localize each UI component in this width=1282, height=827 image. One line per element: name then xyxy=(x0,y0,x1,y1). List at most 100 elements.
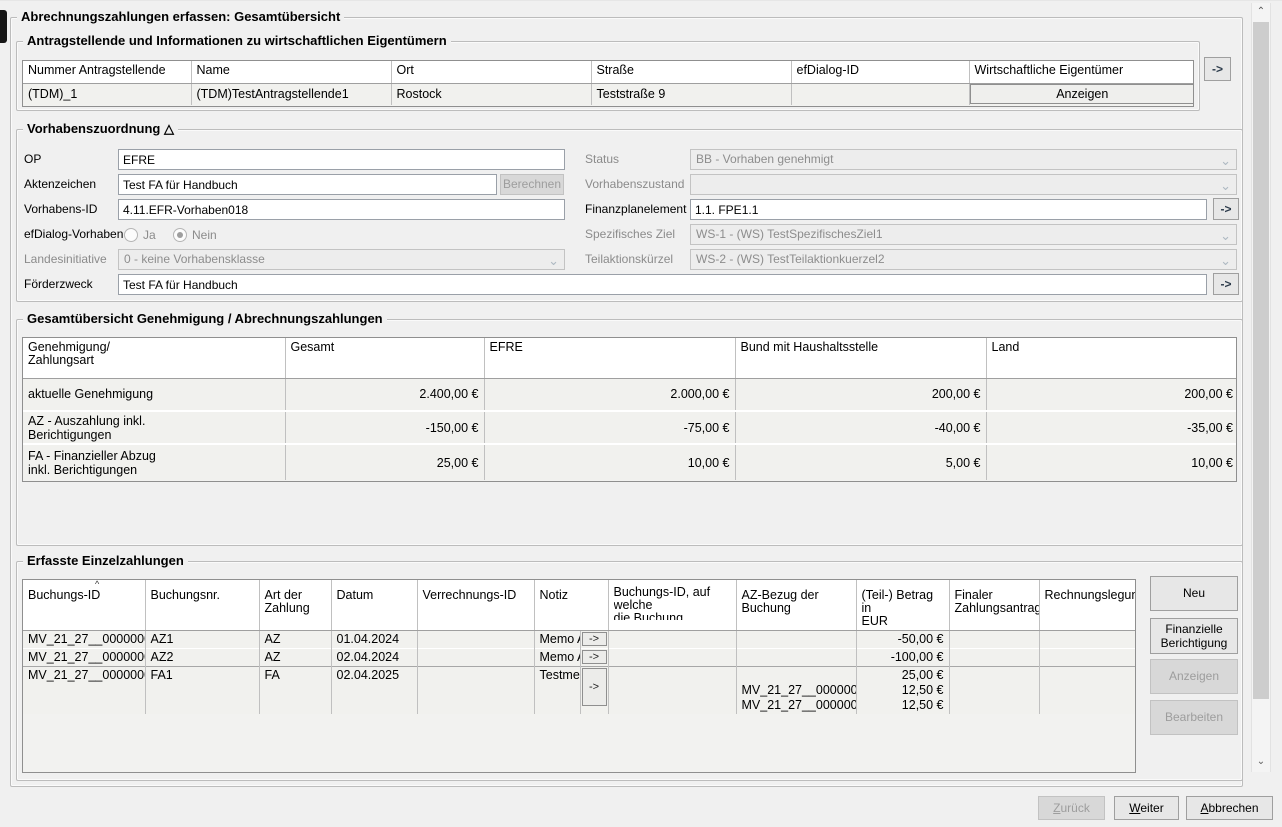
chevron-down-icon: ⌄ xyxy=(1220,251,1231,270)
col-efdialog-id: efDialog-ID xyxy=(791,61,969,83)
cell-datum: 02.04.2024 xyxy=(331,649,417,667)
landesinitiative-value: 0 - keine Vorhabensklasse xyxy=(124,252,265,266)
antragstellende-detail-arrow-button[interactable]: -> xyxy=(1204,57,1231,81)
cell-notiz-btn: -> xyxy=(580,667,608,715)
cell-rechnung xyxy=(1039,667,1136,715)
cell-name: (TDM)TestAntragstellende1 xyxy=(191,83,391,105)
gesamt-table: Genehmigung/ Zahlungsart Gesamt EFRE Bun… xyxy=(22,337,1237,482)
cell-land: -35,00 € xyxy=(986,411,1237,444)
col-az-bezug[interactable]: AZ-Bezug der Buchung xyxy=(736,580,856,631)
notiz-arrow-button[interactable]: -> xyxy=(582,650,607,664)
cell-land: 10,00 € xyxy=(986,444,1237,480)
cell-nr: AZ1 xyxy=(145,631,259,649)
neu-button[interactable]: Neu xyxy=(1150,576,1238,611)
gesamt-row-aktuelle-genehmigung: aktuelle Genehmigung 2.400,00 € 2.000,00… xyxy=(23,378,1237,411)
finanzielle-berichtigung-button[interactable]: Finanzielle Berichtigung xyxy=(1150,618,1238,654)
finanzplanelement-input[interactable] xyxy=(690,199,1207,220)
antragstellende-title: Antragstellende und Informationen zu wir… xyxy=(23,33,451,48)
col-verrechnungs-id[interactable]: Verrechnungs-ID xyxy=(417,580,534,631)
cell-bund: 200,00 € xyxy=(735,378,986,411)
col-wirtschaftliche-eigentuemer: Wirtschaftliche Eigentümer xyxy=(969,61,1194,83)
vorhaben-title-text: Vorhabenszuordnung xyxy=(27,121,160,136)
cell-rechnung xyxy=(1039,649,1136,667)
scroll-down-button[interactable]: ⌄ xyxy=(1252,753,1270,770)
teilaktionskuerzel-value: WS-2 - (WS) TestTeilaktionkuerzel2 xyxy=(696,252,885,266)
notiz-arrow-button[interactable]: -> xyxy=(582,668,607,706)
radio-ja xyxy=(124,228,138,242)
berechnen-button: Berechnen xyxy=(500,174,564,195)
col-buchungsnr[interactable]: Buchungsnr. xyxy=(145,580,259,631)
col-datum[interactable]: Datum xyxy=(331,580,417,631)
op-label: OP xyxy=(24,149,41,170)
cell-label: FA - Finanzieller Abzug inkl. Berichtigu… xyxy=(23,444,285,480)
application-window: Abrechnungszahlungen erfassen: Gesamtübe… xyxy=(0,0,1282,827)
antragstellende-table: Nummer Antragstellende Name Ort Straße e… xyxy=(22,60,1194,107)
cell-line: 12,50 € xyxy=(862,683,944,698)
cell-art: AZ xyxy=(259,649,331,667)
header-line: EUR xyxy=(862,615,944,628)
abbrechen-button[interactable]: Abbrechen xyxy=(1186,796,1273,820)
col-buchungs-id[interactable]: ^ Buchungs-ID xyxy=(23,580,145,631)
foerderzweck-input[interactable] xyxy=(118,274,1207,295)
cell-betrag: 25,00 € 12,50 € 12,50 € xyxy=(856,667,949,715)
col-finaler-zahlungsantrag[interactable]: Finaler Zahlungsantrag xyxy=(949,580,1039,631)
aktenzeichen-input[interactable] xyxy=(118,174,497,195)
weiter-button[interactable]: Weiter xyxy=(1114,796,1179,820)
cell-notiz: Testmemo xyxy=(534,667,580,715)
chevron-down-icon: ⌄ xyxy=(1220,151,1231,170)
cell-datum: 01.04.2024 xyxy=(331,631,417,649)
einzel-row-1[interactable]: MV_21_27__0000000055 AZ1 AZ 01.04.2024 M… xyxy=(23,631,1136,649)
col-notiz[interactable]: Notiz xyxy=(534,580,608,631)
cell-finaler xyxy=(949,631,1039,649)
cell-ref xyxy=(608,631,736,649)
header-line: (Teil-) Betrag in xyxy=(862,589,944,615)
einzel-row-3[interactable]: MV_21_27__0000000061 FA1 FA 02.04.2025 T… xyxy=(23,667,1136,715)
chevron-down-icon: ⌄ xyxy=(1220,176,1231,195)
op-input[interactable] xyxy=(118,149,565,170)
warning-triangle-icon: △ xyxy=(164,121,174,136)
cell-line: Berichtigungen xyxy=(28,428,280,442)
einzel-row-2[interactable]: MV_21_27__0000000056 AZ2 AZ 02.04.2024 M… xyxy=(23,649,1136,667)
vertical-scrollbar-thumb[interactable] xyxy=(1253,22,1269,699)
vorhaben-title: Vorhabenszuordnung △ xyxy=(23,121,178,137)
col-rechnungslegung[interactable]: Rechnungslegung xyxy=(1039,580,1136,631)
button-accel: W xyxy=(1129,801,1140,815)
vorhabens-id-input[interactable] xyxy=(118,199,565,220)
cell-land: 200,00 € xyxy=(986,378,1237,411)
col-art-der-zahlung[interactable]: Art der Zahlung xyxy=(259,580,331,631)
zurueck-button: Zurück xyxy=(1038,796,1105,820)
col-efre: EFRE xyxy=(484,338,735,378)
anzeigen-eigentuemer-button[interactable]: Anzeigen xyxy=(970,84,1195,104)
chevron-down-icon: ⌄ xyxy=(1220,226,1231,245)
finanzplanelement-arrow-button[interactable]: -> xyxy=(1213,198,1239,220)
cell-ort: Rostock xyxy=(391,83,591,105)
cell-ref xyxy=(608,649,736,667)
teilaktionskuerzel-label: Teilaktionskürzel xyxy=(585,249,673,270)
cell-line: 25,00 € xyxy=(862,668,944,683)
cell-finaler xyxy=(949,667,1039,715)
radio-ja-label: Ja xyxy=(143,225,156,246)
cell-nummer: (TDM)_1 xyxy=(23,83,191,105)
cell-datum: 02.04.2025 xyxy=(331,667,417,715)
header-line: die Buchung xyxy=(614,612,731,620)
notiz-arrow-button[interactable]: -> xyxy=(582,632,607,646)
cell-label: AZ - Auszahlung inkl. Berichtigungen xyxy=(23,411,285,444)
scroll-up-button[interactable]: ⌃ xyxy=(1252,3,1270,20)
status-label: Status xyxy=(585,149,619,170)
cell-eigentuemer: Anzeigen xyxy=(969,83,1194,105)
radio-nein-label: Nein xyxy=(192,225,217,246)
button-accel: Z xyxy=(1053,801,1060,815)
cell-notiz: Memo AZ xyxy=(534,649,580,667)
col-strasse: Straße xyxy=(591,61,791,83)
cell-az: MV_21_27__0000000055 MV_21_27__000000005… xyxy=(736,667,856,715)
cell-verrechnung xyxy=(417,631,534,649)
cell-id: MV_21_27__0000000056 xyxy=(23,649,145,667)
cell-rechnung xyxy=(1039,631,1136,649)
foerderzweck-arrow-button[interactable]: -> xyxy=(1213,273,1239,295)
vertical-scrollbar[interactable]: ⌃ ⌄ xyxy=(1251,3,1271,772)
cell-line: FA - Finanzieller Abzug xyxy=(28,449,280,463)
col-buchungs-id-ref[interactable]: Buchungs-ID, auf welche die Buchung xyxy=(608,580,736,631)
cell-gesamt: -150,00 € xyxy=(285,411,484,444)
chevron-down-icon: ⌄ xyxy=(548,251,559,270)
col-teil-betrag[interactable]: (Teil-) Betrag in EUR xyxy=(856,580,949,631)
